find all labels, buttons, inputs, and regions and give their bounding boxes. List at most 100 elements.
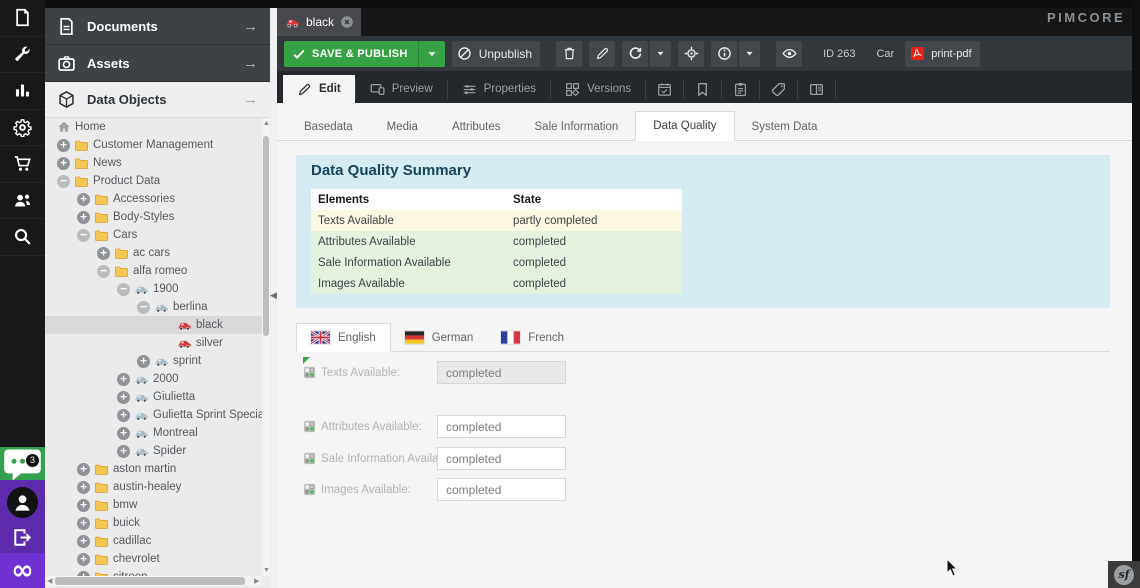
chevron-down-icon[interactable] [419, 49, 445, 59]
sidebar-splitter[interactable]: ◀ [270, 8, 277, 588]
tree-item-1900[interactable]: −1900 [45, 280, 262, 298]
vertical-scroll-thumb[interactable] [263, 136, 269, 336]
tree-item-ac-cars[interactable]: +ac cars [45, 244, 262, 262]
tab-attributes[interactable]: Attributes [435, 113, 518, 141]
tree-item-giulietta[interactable]: +Giulietta [45, 388, 262, 406]
tree-item-alfa-romeo[interactable]: −alfa romeo [45, 262, 262, 280]
notes-tab[interactable] [684, 75, 721, 103]
expand-icon[interactable]: + [117, 445, 130, 458]
reports-rail-button[interactable] [0, 73, 45, 110]
pimcore-infinity-logo[interactable]: ∞ [0, 553, 45, 588]
tree-item-home[interactable]: Home [45, 118, 262, 136]
settings-rail-button[interactable] [0, 110, 45, 147]
tab-sale-information[interactable]: Sale Information [518, 113, 636, 141]
tools-rail-button[interactable] [0, 37, 45, 74]
save-publish-button[interactable]: SAVE & PUBLISH [284, 41, 445, 67]
tab-data-quality[interactable]: Data Quality [635, 111, 734, 141]
tree-item-bmw[interactable]: +bmw [45, 496, 262, 514]
tab-media[interactable]: Media [370, 113, 435, 141]
info-dropdown-button[interactable] [739, 41, 760, 67]
scroll-left-arrow[interactable]: ◀ [47, 577, 52, 585]
expand-icon[interactable]: + [77, 211, 90, 224]
expand-icon[interactable]: + [97, 247, 110, 260]
expand-icon[interactable]: + [77, 463, 90, 476]
sidebar-panel-assets[interactable]: Assets → [45, 45, 270, 82]
tree-item-black[interactable]: black [45, 316, 262, 334]
expand-icon[interactable]: + [77, 535, 90, 548]
expand-icon[interactable]: + [57, 157, 70, 170]
sidebar-panel-documents[interactable]: Documents → [45, 8, 270, 45]
scroll-up-arrow[interactable]: ▲ [263, 120, 270, 127]
expand-icon[interactable]: + [77, 553, 90, 566]
field-input-sale-information-available[interactable] [437, 447, 566, 470]
workflow-tab[interactable] [798, 75, 835, 103]
language-tab-german[interactable]: German [391, 323, 488, 352]
tab-basedata[interactable]: Basedata [287, 113, 370, 141]
scroll-right-arrow[interactable]: ▶ [254, 577, 259, 585]
tree-item-2000[interactable]: +2000 [45, 370, 262, 388]
collapse-icon[interactable]: − [117, 283, 130, 296]
print-pdf-button[interactable]: print-pdf [905, 41, 979, 67]
expand-icon[interactable]: + [137, 355, 150, 368]
tree-item-customer-management[interactable]: +Customer Management [45, 136, 262, 154]
field-input-images-available[interactable] [437, 478, 566, 501]
object-tab-black[interactable]: black [277, 8, 361, 36]
tree-item-spider[interactable]: +Spider [45, 442, 262, 460]
tree-item-cars[interactable]: −Cars [45, 226, 262, 244]
expand-icon[interactable]: + [117, 391, 130, 404]
tab-preview[interactable]: Preview [356, 75, 447, 103]
tab-versions[interactable]: Versions [551, 75, 645, 103]
language-tab-english[interactable]: English [296, 323, 391, 352]
scroll-down-arrow[interactable]: ▼ [263, 567, 270, 574]
tree-item-cadillac[interactable]: +cadillac [45, 532, 262, 550]
tree-item-gulietta-sprint-specia[interactable]: +Gulietta Sprint Specia [45, 406, 262, 424]
field-input-texts-available[interactable] [437, 361, 566, 384]
tree-item-montreal[interactable]: +Montreal [45, 424, 262, 442]
user-avatar-button[interactable] [7, 487, 38, 518]
symfony-toolbar-button[interactable]: sf [1108, 561, 1140, 588]
tree-item-body-styles[interactable]: +Body-Styles [45, 208, 262, 226]
ecommerce-rail-button[interactable] [0, 146, 45, 183]
reload-button[interactable] [622, 41, 648, 67]
expand-icon[interactable]: + [77, 499, 90, 512]
tree-vertical-scrollbar[interactable]: ▲ ▼ [262, 118, 270, 576]
horizontal-scroll-thumb[interactable] [55, 577, 245, 585]
collapse-icon[interactable]: − [77, 229, 90, 242]
tab-properties[interactable]: Properties [448, 75, 550, 103]
schedule-tab[interactable] [646, 75, 683, 103]
tree-item-austin-healey[interactable]: +austin-healey [45, 478, 262, 496]
sidebar-panel-data-objects[interactable]: Data Objects → [45, 82, 270, 118]
expand-icon[interactable]: + [117, 427, 130, 440]
tree-item-citroen[interactable]: +citroen [45, 568, 262, 576]
tree-item-accessories[interactable]: +Accessories [45, 190, 262, 208]
collapse-icon[interactable]: − [57, 175, 70, 188]
collapse-icon[interactable]: − [137, 301, 150, 314]
tab-system-data[interactable]: System Data [735, 113, 835, 141]
tree-item-buick[interactable]: +buick [45, 514, 262, 532]
expand-icon[interactable]: + [57, 139, 70, 152]
unpublish-button[interactable]: Unpublish [452, 41, 540, 67]
documents-rail-button[interactable] [0, 0, 45, 37]
reports-tab[interactable] [722, 75, 759, 103]
tree-item-sprint[interactable]: +sprint [45, 352, 262, 370]
search-rail-button[interactable] [0, 219, 45, 256]
rename-button[interactable] [589, 41, 615, 67]
reload-dropdown-button[interactable] [650, 41, 671, 67]
expand-icon[interactable]: + [77, 481, 90, 494]
tree-item-aston-martin[interactable]: +aston martin [45, 460, 262, 478]
expand-icon[interactable]: + [117, 409, 130, 422]
notifications-button[interactable]: 3 [0, 447, 45, 480]
tree-item-product-data[interactable]: −Product Data [45, 172, 262, 190]
locate-in-tree-button[interactable] [678, 41, 704, 67]
info-button[interactable] [711, 41, 737, 67]
logout-button[interactable] [12, 527, 33, 548]
language-tab-french[interactable]: French [487, 323, 578, 352]
close-tab-icon[interactable] [340, 15, 354, 29]
delete-button[interactable] [556, 41, 582, 67]
tab-edit[interactable]: Edit [283, 75, 355, 103]
expand-icon[interactable]: + [77, 517, 90, 530]
collapse-icon[interactable]: − [97, 265, 110, 278]
collapse-sidebar-icon[interactable]: ◀ [270, 290, 277, 301]
tree-item-silver[interactable]: silver [45, 334, 262, 352]
tree-horizontal-scrollbar[interactable]: ◀ ▶ [45, 576, 262, 586]
